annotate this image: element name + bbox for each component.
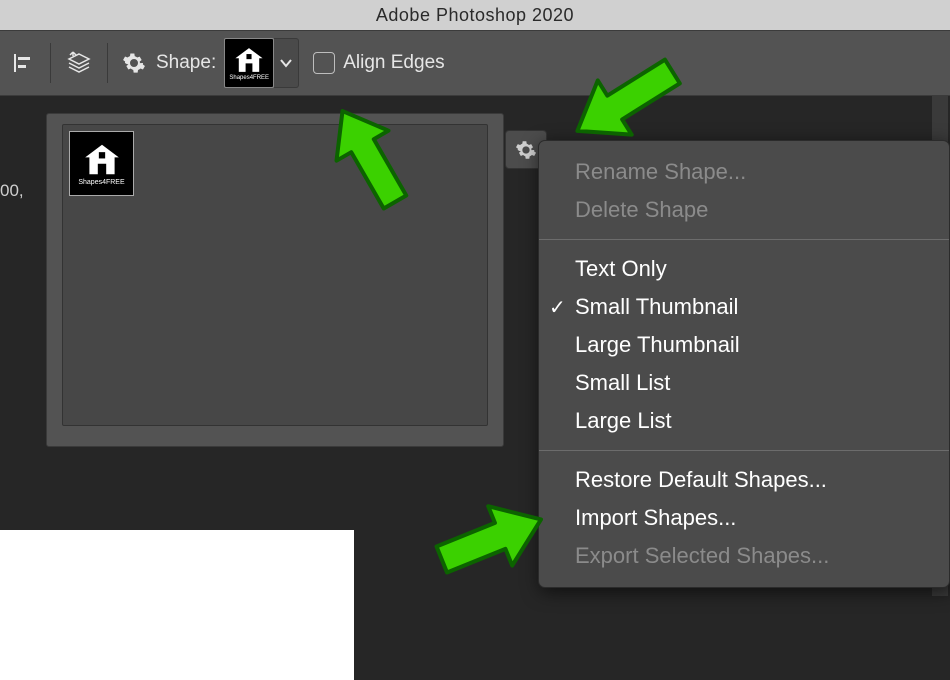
shape-picker-panel: Shapes4FREE (46, 113, 504, 447)
menu-delete-shape: Delete Shape (539, 191, 949, 229)
shape-picker-dropdown[interactable] (274, 38, 299, 88)
gear-icon[interactable] (122, 51, 146, 75)
options-toolbar: Shape: Shapes4FREE Align Edges (0, 30, 950, 96)
titlebar: Adobe Photoshop 2020 (0, 0, 950, 30)
menu-small-list[interactable]: Small List (539, 364, 949, 402)
menu-rename-shape: Rename Shape... (539, 153, 949, 191)
align-edges-label: Align Edges (343, 52, 444, 74)
menu-small-thumbnail[interactable]: Small Thumbnail (539, 288, 949, 326)
align-tool-icon[interactable] (10, 50, 36, 76)
shape-swatch[interactable]: Shapes4FREE (224, 38, 274, 88)
menu-divider (539, 239, 949, 240)
menu-large-list[interactable]: Large List (539, 402, 949, 440)
menu-large-thumbnail[interactable]: Large Thumbnail (539, 326, 949, 364)
chevron-down-icon (279, 56, 293, 70)
menu-text-only[interactable]: Text Only (539, 250, 949, 288)
shape-thumb-house[interactable]: Shapes4FREE (69, 131, 134, 196)
menu-restore-defaults[interactable]: Restore Default Shapes... (539, 461, 949, 499)
shape-panel-grid[interactable]: Shapes4FREE (62, 124, 488, 426)
menu-import-shapes[interactable]: Import Shapes... (539, 499, 949, 537)
toolbar-separator (107, 43, 108, 83)
shape-options-menu: Rename Shape... Delete Shape Text Only S… (538, 140, 950, 588)
menu-divider (539, 450, 949, 451)
align-edges-checkbox[interactable] (313, 52, 335, 74)
shape-label: Shape: (156, 52, 216, 74)
menu-export-shapes: Export Selected Shapes... (539, 537, 949, 575)
canvas-whitespace[interactable] (0, 530, 354, 680)
gear-icon (515, 139, 537, 161)
shape-thumb-micro: Shapes4FREE (78, 179, 124, 186)
shape-swatch-micro: Shapes4FREE (229, 75, 269, 81)
toolbar-separator (50, 43, 51, 83)
layers-icon[interactable] (65, 49, 93, 77)
ruler-fragment: 00, (0, 176, 30, 206)
app-title: Adobe Photoshop 2020 (376, 5, 574, 26)
